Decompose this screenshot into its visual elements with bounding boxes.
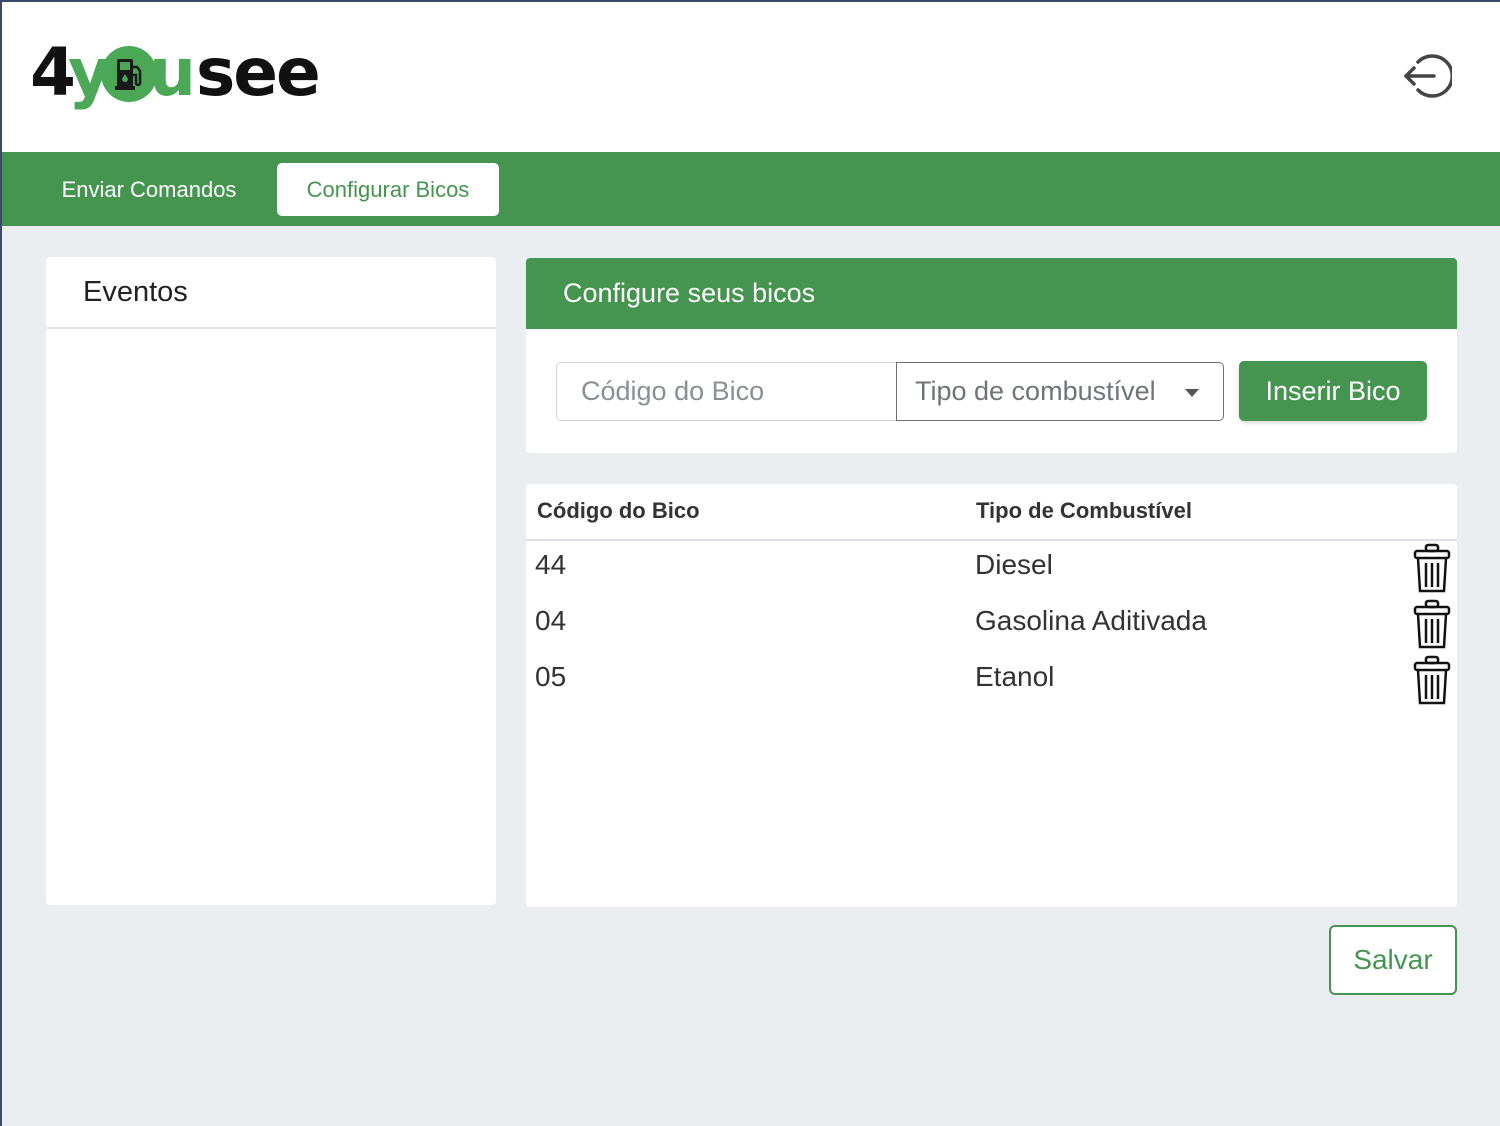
trash-icon[interactable] (1412, 543, 1452, 595)
configure-card-title: Configure seus bicos (526, 258, 1457, 329)
fuel-type-select-value: Tipo de combustível (915, 376, 1156, 406)
tab-enviar-comandos[interactable]: Enviar Comandos (30, 163, 268, 216)
main-nav: Enviar Comandos Configurar Bicos (0, 152, 1500, 226)
nozzle-code-input[interactable] (556, 362, 897, 421)
logo-see: see (195, 33, 321, 111)
table-row: 04 Gasolina Aditivada (526, 597, 1457, 653)
fuel-pump-icon (100, 46, 157, 102)
column-header-fuel: Tipo de Combustível (976, 498, 1192, 523)
events-panel: Eventos (46, 257, 496, 905)
cell-fuel: Diesel (975, 549, 1053, 580)
app-logo: 4 y u see (30, 26, 321, 118)
logout-icon[interactable] (1400, 52, 1455, 100)
trash-icon[interactable] (1412, 655, 1452, 707)
nozzles-table: Código do Bico Tipo de Combustível 44 Di… (526, 484, 1457, 907)
fuel-type-select[interactable]: Tipo de combustível (896, 362, 1224, 421)
cell-code: 05 (535, 661, 567, 692)
cell-fuel: Etanol (975, 661, 1055, 692)
cell-fuel: Gasolina Aditivada (975, 605, 1207, 636)
table-row: 05 Etanol (526, 653, 1457, 709)
insert-nozzle-button[interactable]: Inserir Bico (1239, 361, 1427, 421)
cell-code: 04 (535, 605, 567, 636)
trash-icon[interactable] (1412, 599, 1452, 651)
column-header-code: Código do Bico (537, 498, 700, 523)
tab-configurar-bicos[interactable]: Configurar Bicos (277, 163, 499, 216)
app-header: 4 y u see (0, 0, 1500, 152)
save-button[interactable]: Salvar (1329, 925, 1457, 995)
caret-down-icon (1185, 389, 1199, 397)
cell-code: 44 (535, 549, 567, 580)
table-row: 44 Diesel (526, 541, 1457, 597)
events-title: Eventos (46, 257, 496, 329)
configure-nozzles-card: Configure seus bicos Tipo de combustível… (526, 258, 1457, 453)
table-header: Código do Bico Tipo de Combustível (526, 484, 1457, 541)
